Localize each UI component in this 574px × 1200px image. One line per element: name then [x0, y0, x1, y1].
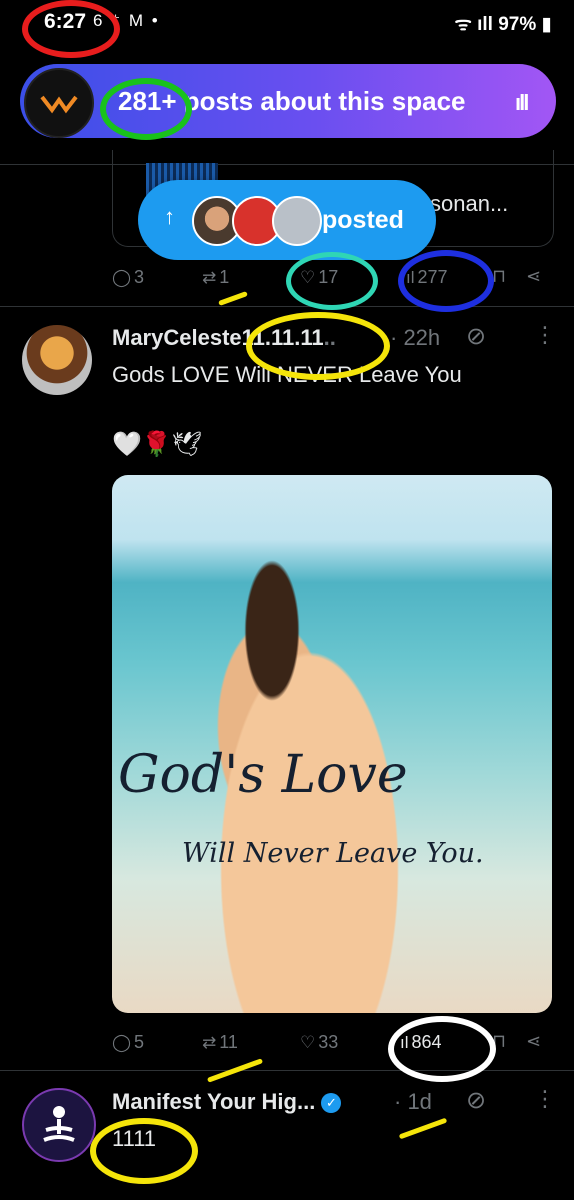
more-icon[interactable]: ⋮ — [534, 1086, 556, 1112]
repost-button[interactable]: ⇄ 11 — [202, 1032, 238, 1053]
author-name[interactable]: Manifest Your Hig... ✓ — [112, 1089, 342, 1115]
views-button[interactable]: ıl 864 — [400, 1032, 442, 1053]
posted-label: posted — [322, 206, 404, 234]
like-count: 33 — [318, 1032, 339, 1052]
like-button[interactable]: ♡ 33 — [300, 1032, 338, 1053]
reply-button[interactable]: ◯ 3 — [112, 267, 144, 288]
repost-icon: ⇄ — [202, 1033, 217, 1052]
battery-text: 97% — [498, 14, 537, 35]
reply-icon: ◯ — [112, 1033, 132, 1052]
image-title: God's Love — [118, 745, 408, 805]
status-right: ᯤ ıll 97% ▮ — [454, 10, 552, 36]
share-icon[interactable]: ⋖ — [526, 266, 541, 287]
post-text: 1111 — [112, 1126, 157, 1151]
repost-count: 11 — [219, 1032, 238, 1052]
share-icon[interactable]: ⋖ — [526, 1031, 541, 1052]
grok-icon[interactable]: ⊘ — [466, 1086, 486, 1115]
reply-button[interactable]: ◯ 5 — [112, 1032, 144, 1053]
post-time: · 1d — [394, 1089, 432, 1114]
space-logo — [24, 68, 94, 138]
divider — [0, 1070, 574, 1071]
reply-count: 5 — [134, 1032, 145, 1052]
reply-count: 3 — [134, 267, 145, 287]
reply-icon: ◯ — [112, 268, 132, 287]
avatar — [272, 196, 322, 246]
battery-icon: ▮ — [541, 14, 552, 35]
audio-wave-icon: ıll — [515, 90, 529, 115]
space-banner-text: 281+ posts about this space — [118, 86, 466, 116]
post-time: · 22h — [390, 325, 441, 350]
signal-icon: ᯤ ıll — [454, 14, 493, 35]
heart-icon: ♡ — [300, 1033, 316, 1052]
space-logo-icon — [40, 95, 78, 114]
views-icon: ıl — [406, 268, 415, 287]
annotation-stroke — [398, 1117, 448, 1140]
notification-icons: 6 ⁺ M • — [93, 11, 160, 30]
divider — [0, 306, 574, 307]
arrow-up-icon: ↑ — [164, 204, 175, 229]
annotation-stroke — [218, 291, 248, 306]
repost-button[interactable]: ⇄ 1 — [202, 267, 229, 288]
status-time: 6:27 — [44, 10, 87, 33]
quoted-post-text: sonan... — [430, 191, 509, 216]
heart-icon: ♡ — [300, 268, 316, 287]
like-count: 17 — [318, 267, 339, 287]
views-count: 864 — [411, 1032, 442, 1052]
meditation-icon — [43, 1106, 75, 1142]
repost-icon: ⇄ — [202, 268, 217, 287]
avatar[interactable] — [22, 325, 92, 395]
post-emojis: 🤍🌹🕊 — [112, 431, 203, 458]
like-button[interactable]: ♡ 17 — [300, 267, 338, 288]
post-image[interactable] — [112, 475, 552, 1013]
bookmark-icon[interactable]: ⊓ — [492, 1031, 506, 1052]
more-icon[interactable]: ⋮ — [534, 322, 556, 348]
post-text: Gods LOVE Will NEVER Leave You — [112, 362, 462, 387]
image-subtitle: Will Never Leave You. — [182, 838, 484, 869]
author-name[interactable]: MaryCeleste11.11.11.. — [112, 325, 336, 351]
views-button[interactable]: ıl 277 — [406, 267, 448, 288]
views-count: 277 — [417, 267, 448, 287]
repost-count: 1 — [219, 267, 230, 287]
verified-badge-icon: ✓ — [321, 1093, 342, 1114]
views-icon: ıl — [400, 1033, 409, 1052]
avatar[interactable] — [22, 1088, 96, 1162]
grok-icon[interactable]: ⊘ — [466, 322, 486, 351]
bookmark-icon[interactable]: ⊓ — [492, 266, 506, 287]
